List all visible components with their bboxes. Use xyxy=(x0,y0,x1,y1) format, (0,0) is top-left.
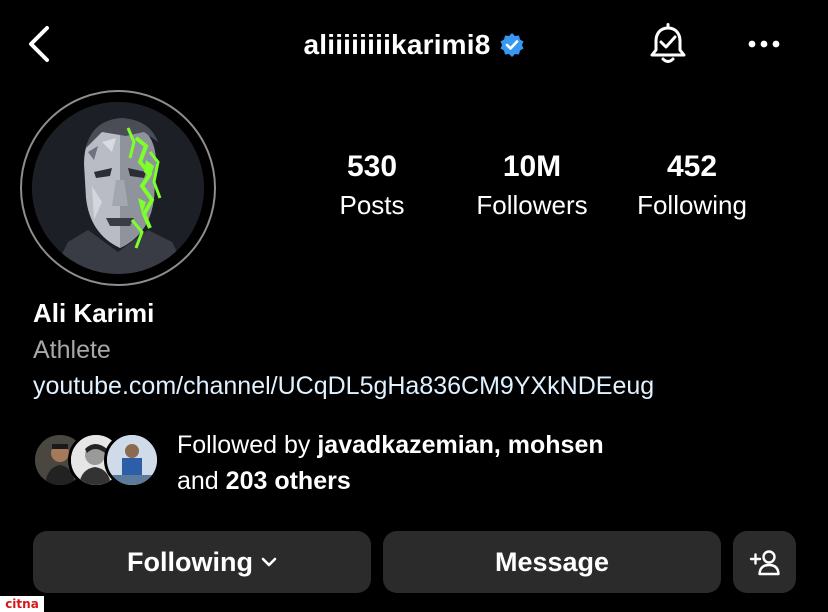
message-button[interactable]: Message xyxy=(383,531,721,593)
following-button[interactable]: Following xyxy=(33,531,371,593)
stat-followers-value: 10M xyxy=(502,150,562,183)
more-options-button[interactable] xyxy=(740,22,788,66)
username: aliiiiiiiikarimi8 xyxy=(303,29,491,60)
watermark-logo: citna xyxy=(0,596,44,612)
profile-header-title: aliiiiiiiikarimi8 xyxy=(0,24,828,66)
stat-following[interactable]: 452 Following xyxy=(617,150,767,222)
followed-by-others[interactable]: 203 others xyxy=(226,467,351,495)
stat-followers-label: Followers xyxy=(476,190,588,220)
followed-by-text[interactable]: Followed by javadkazemian, mohsen and 20… xyxy=(177,427,777,499)
suggested-people-button[interactable] xyxy=(733,531,796,593)
profile-link[interactable]: youtube.com/channel/UCqDL5gHa836CM9YXkND… xyxy=(33,372,654,401)
add-person-icon xyxy=(749,550,780,576)
message-button-label: Message xyxy=(494,546,610,577)
stat-following-label: Following xyxy=(637,190,747,220)
follower-avatar xyxy=(104,432,160,488)
profile-name: Ali Karimi xyxy=(33,298,155,328)
avatar-image xyxy=(32,102,204,274)
profile-avatar[interactable] xyxy=(20,90,216,286)
stat-posts[interactable]: 530 Posts xyxy=(297,150,447,222)
followed-by-user-1[interactable]: javadkazemian xyxy=(317,431,494,459)
stat-posts-value: 530 xyxy=(346,150,398,183)
chevron-down-icon xyxy=(261,557,277,567)
following-button-label: Following xyxy=(127,546,253,577)
verified-badge-icon xyxy=(500,33,524,57)
more-horizontal-icon xyxy=(748,40,780,48)
stat-following-value: 452 xyxy=(666,150,718,183)
profile-category: Athlete xyxy=(33,336,111,364)
bell-check-icon xyxy=(650,23,686,63)
followed-by-user-2[interactable]: mohsen xyxy=(508,431,604,459)
stat-followers[interactable]: 10M Followers xyxy=(457,150,607,222)
stat-posts-label: Posts xyxy=(339,190,405,220)
notifications-button[interactable] xyxy=(642,20,694,70)
